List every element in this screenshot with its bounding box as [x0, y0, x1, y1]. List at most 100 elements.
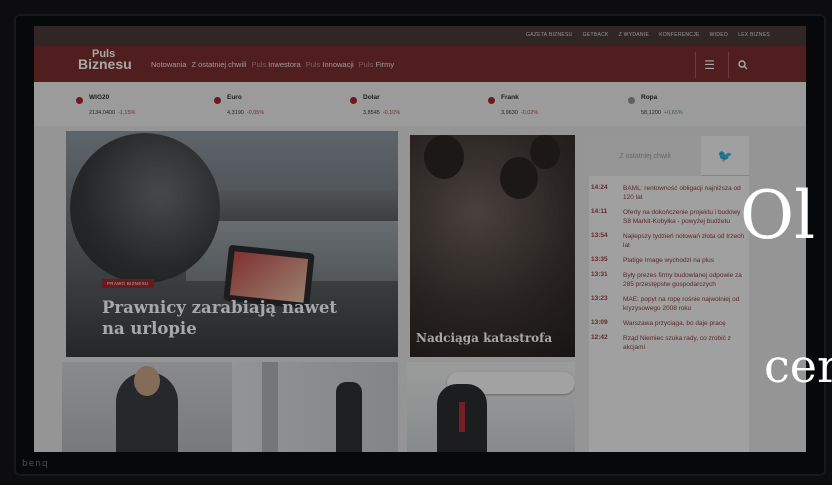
- news-list: 14:24 BAML: rentowność obligacji najniższ…: [589, 184, 749, 358]
- main-menu: Notowania Z ostatniej chwili Puls Inwest…: [151, 60, 394, 69]
- news-text: Najlepszy tydzień notowań złota od trzec…: [623, 233, 745, 249]
- logo-line2: Biznesu: [78, 56, 132, 72]
- top-link[interactable]: KONFERENCJE: [659, 32, 700, 38]
- hamburger-icon: ☰: [704, 58, 715, 72]
- menu-prefix: Puls: [251, 60, 267, 69]
- article-card-jet[interactable]: [407, 362, 575, 452]
- tab-twitter[interactable]: 🐦: [701, 136, 749, 176]
- news-item[interactable]: 13:54 Najlepszy tydzień notowań złota od …: [589, 232, 749, 250]
- menu-item-ostatnie[interactable]: Z ostatniej chwili: [191, 60, 246, 69]
- ticker-ropa[interactable]: Ropa 58,1200 +0,65%: [628, 94, 683, 119]
- menu-item-notowania[interactable]: Notowania: [151, 60, 186, 69]
- news-item[interactable]: 13:23 MAE: popyt na ropę rośnie najwolnie…: [589, 295, 749, 313]
- news-item[interactable]: 13:09 Warszawa przyciąga, bo daje pracę: [589, 319, 749, 328]
- ticker-name: Frank: [501, 94, 519, 101]
- news-time: 14:11: [591, 208, 608, 215]
- down-indicator-icon: [214, 97, 221, 104]
- top-links-bar: GAZETA BIZNESU GETBACK Z WYDANIE KONFERE…: [34, 26, 806, 46]
- category-badge[interactable]: PRAWO BIZNESU: [102, 279, 154, 288]
- ticker-change: -0,10%: [382, 110, 401, 116]
- overlay-text-line1: Ol: [740, 177, 816, 254]
- news-time: 13:23: [591, 295, 608, 302]
- ticker-name: WIG20: [89, 94, 110, 101]
- main-article-card[interactable]: PRAWO BIZNESU Prawnicy zarabiają nawet n…: [66, 131, 398, 357]
- second-article-card[interactable]: Nadciąga katastrofa: [410, 135, 575, 357]
- pillar-image: [262, 362, 278, 452]
- ticker-change: -0,02%: [520, 110, 539, 116]
- top-link[interactable]: LEX BIZNES: [738, 32, 770, 38]
- site-header: Puls Biznesu Notowania Z ostatniej chwil…: [34, 46, 806, 82]
- sidebar-tabs: Z ostatniej chwili 🐦: [589, 136, 749, 176]
- ticker-value: 3,8545: [363, 110, 380, 116]
- top-link[interactable]: WIDEO: [710, 32, 728, 38]
- down-indicator-icon: [350, 97, 357, 104]
- face-image: [134, 366, 160, 396]
- latest-news-sidebar: Z ostatniej chwili 🐦 14:24 BAML: rentowno…: [589, 136, 749, 452]
- search-button[interactable]: [728, 52, 756, 78]
- down-indicator-icon: [488, 97, 495, 104]
- ticker-wig20[interactable]: WIG20 2134,0400 -1,15%: [76, 94, 135, 119]
- menu-item-innowacji[interactable]: Innowacji: [322, 60, 353, 69]
- main-article-title[interactable]: Prawnicy zarabiają nawet na urlopie: [102, 297, 352, 339]
- top-link[interactable]: Z WYDANIE: [619, 32, 649, 38]
- news-time: 12:42: [591, 334, 608, 341]
- tab-latest[interactable]: Z ostatniej chwili: [589, 136, 701, 176]
- article-card-office[interactable]: [232, 362, 398, 452]
- news-text: BAML: rentowność obligacji najniższa od …: [623, 185, 741, 201]
- ticker-name: Euro: [227, 94, 242, 101]
- menu-item-inwestora[interactable]: Inwestora: [268, 60, 301, 69]
- top-link[interactable]: GETBACK: [583, 32, 609, 38]
- child-photo: [530, 135, 560, 169]
- down-indicator-icon: [76, 97, 83, 104]
- website-screen: GAZETA BIZNESU GETBACK Z WYDANIE KONFERE…: [34, 26, 806, 452]
- news-text: MAE: popyt na ropę rośnie najwolniej od …: [623, 296, 740, 312]
- news-text: Oferty na dokończenie projektu i budowy …: [623, 209, 741, 225]
- news-item[interactable]: 14:11 Oferty na dokończenie projektu i bu…: [589, 208, 749, 226]
- ticker-frank[interactable]: Frank 3,9630 -0,02%: [488, 94, 538, 119]
- ticker-value: 3,9630: [501, 110, 518, 116]
- news-item[interactable]: 13:31 Były prezes firmy budowlanej odpowi…: [589, 271, 749, 289]
- person-photo: [70, 133, 220, 283]
- monitor-photo: benq GAZETA BIZNESU GETBACK Z WYDANIE KO…: [0, 0, 832, 485]
- ticker-value: 58,1200: [641, 110, 661, 116]
- ticker-name: Dolar: [363, 94, 380, 101]
- person-photo: [336, 382, 362, 452]
- market-tickers: WIG20 2134,0400 -1,15% Euro 4,3190 -0,05% …: [34, 82, 806, 126]
- news-time: 13:54: [591, 232, 608, 239]
- news-item[interactable]: 14:24 BAML: rentowność obligacji najniższ…: [589, 184, 749, 202]
- menu-prefix: Puls: [305, 60, 321, 69]
- menu-item-firmy[interactable]: Firmy: [375, 60, 394, 69]
- news-time: 13:31: [591, 271, 608, 278]
- ticker-change: -1,15%: [118, 110, 136, 116]
- menu-prefix: Puls: [358, 60, 374, 69]
- site-logo[interactable]: Puls Biznesu: [78, 49, 132, 72]
- ticker-value: 2134,0400: [89, 110, 115, 116]
- search-icon: [737, 60, 747, 70]
- twitter-icon: 🐦: [717, 149, 733, 163]
- ticker-change: +0,65%: [663, 110, 683, 116]
- monitor-brand: benq: [22, 459, 49, 469]
- ticker-name: Ropa: [641, 94, 658, 101]
- ticker-dolar[interactable]: Dolar 3,8545 -0,10%: [350, 94, 400, 119]
- child-photo: [500, 157, 538, 199]
- top-link[interactable]: GAZETA BIZNESU: [526, 32, 573, 38]
- up-indicator-icon: [628, 97, 635, 104]
- article-card-businessman[interactable]: [62, 362, 232, 452]
- ticker-euro[interactable]: Euro 4,3190 -0,05%: [214, 94, 264, 119]
- overlay-text-line2: cer: [764, 339, 832, 393]
- second-article-title[interactable]: Nadciąga katastrofa: [416, 331, 552, 345]
- content-area: PRAWO BIZNESU Prawnicy zarabiają nawet n…: [34, 126, 806, 452]
- news-time: 13:09: [591, 319, 608, 326]
- menu-button[interactable]: ☰: [695, 52, 723, 78]
- news-time: 14:24: [591, 184, 608, 191]
- news-text: Platige Image wychodzi na plus: [623, 257, 715, 264]
- news-time: 13:35: [591, 256, 608, 263]
- news-item[interactable]: 13:35 Platige Image wychodzi na plus: [589, 256, 749, 265]
- ticker-change: -0,05%: [246, 110, 265, 116]
- news-text: Warszawa przyciąga, bo daje pracę: [623, 320, 726, 327]
- news-item[interactable]: 12:42 Rząd Niemiec szuka rady, co zrobić …: [589, 334, 749, 352]
- child-photo: [424, 135, 464, 179]
- news-text: Rząd Niemiec szuka rady, co zrobić z akc…: [623, 335, 731, 351]
- tie-image: [459, 402, 465, 432]
- news-text: Były prezes firmy budowlanej odpowie za …: [623, 272, 742, 288]
